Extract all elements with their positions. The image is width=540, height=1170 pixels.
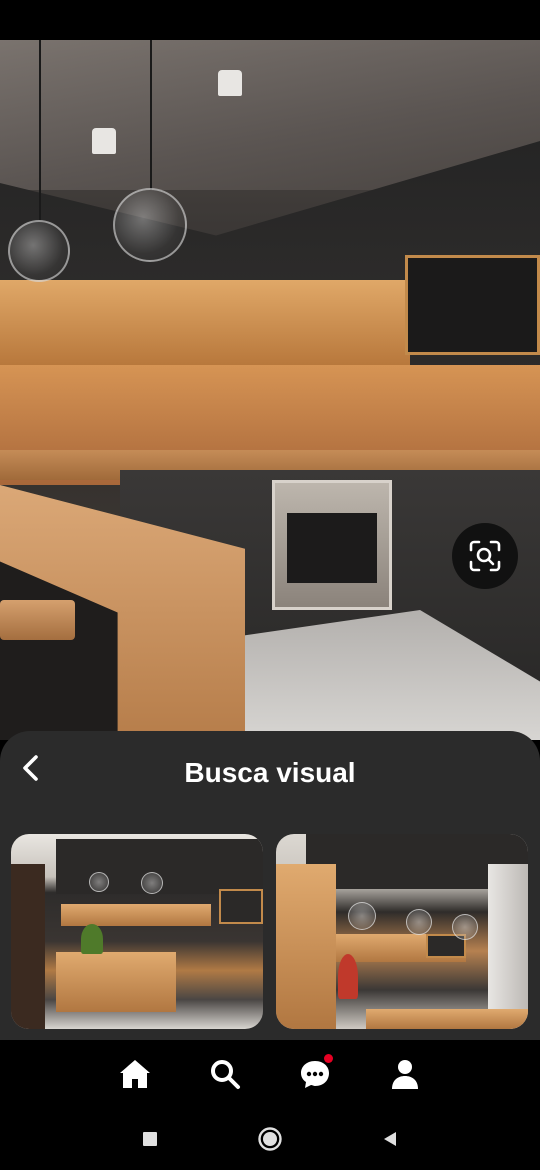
square-icon — [143, 1132, 157, 1146]
circle-icon — [258, 1127, 282, 1151]
recents-button[interactable] — [135, 1124, 165, 1154]
nav-home[interactable] — [115, 1054, 155, 1094]
triangle-back-icon — [384, 1132, 396, 1146]
visual-search-button[interactable] — [452, 523, 518, 589]
visual-search-sheet: Busca visual — [0, 731, 540, 1040]
home-system-button[interactable] — [255, 1124, 285, 1154]
nav-messages[interactable] — [295, 1054, 335, 1094]
person-icon — [392, 1060, 418, 1089]
bottom-navigation — [0, 1040, 540, 1108]
visual-search-icon — [469, 540, 501, 572]
status-bar — [0, 0, 540, 40]
home-icon — [120, 1060, 150, 1088]
nav-profile[interactable] — [385, 1054, 425, 1094]
nav-search[interactable] — [205, 1054, 245, 1094]
back-system-button[interactable] — [375, 1124, 405, 1154]
result-thumbnail[interactable] — [11, 834, 263, 1029]
system-navigation — [0, 1108, 540, 1170]
notification-dot — [324, 1054, 333, 1063]
result-thumbnail[interactable] — [276, 834, 528, 1029]
sheet-title: Busca visual — [184, 757, 356, 788]
hero-kitchen-image[interactable] — [0, 40, 540, 740]
search-icon — [211, 1060, 240, 1089]
